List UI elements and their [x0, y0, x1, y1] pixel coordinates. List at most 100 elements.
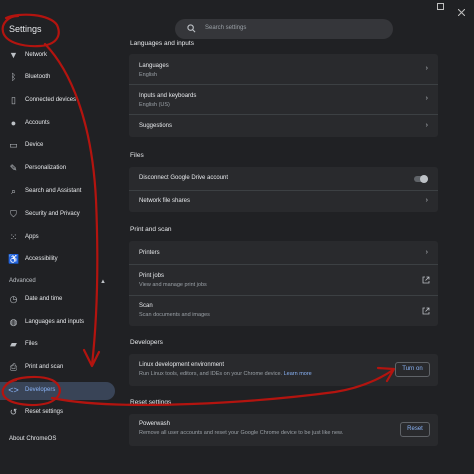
main-content: Languages and inputs Languages English ›…	[120, 40, 474, 474]
reset-icon: ↺	[9, 407, 18, 417]
bluetooth-icon: ᛒ	[10, 72, 17, 82]
chevron-right-icon: ›	[425, 197, 428, 204]
accessibility-icon: ♿	[8, 254, 20, 264]
sidebar-item-about-chromeos[interactable]: About ChromeOS	[9, 436, 56, 442]
row-title: Inputs and keyboards	[139, 93, 197, 99]
row-printers[interactable]: Printers ›	[129, 241, 438, 264]
sidebar-item-accessibility[interactable]: ♿ Accessibility	[0, 251, 115, 269]
phone-icon: ▯	[11, 95, 16, 105]
drive-toggle[interactable]	[414, 175, 428, 183]
row-disconnect-google-drive[interactable]: Disconnect Google Drive account	[129, 167, 438, 190]
globe-icon: ◍	[9, 317, 18, 327]
row-subtitle: English (US)	[139, 102, 170, 108]
sidebar-item-label: Reset settings	[25, 409, 64, 415]
row-subtitle: Run Linux tools, editors, and IDEs on yo…	[139, 371, 312, 377]
developers-card: Linux development environment Run Linux …	[129, 354, 438, 386]
section-title-languages: Languages and inputs	[130, 40, 194, 47]
external-link-icon	[422, 276, 430, 284]
section-title-print: Print and scan	[130, 226, 172, 233]
row-network-file-shares[interactable]: Network file shares ›	[129, 190, 438, 213]
sidebar-item-label: Accessibility	[25, 256, 58, 262]
reset-button[interactable]: Reset	[400, 422, 430, 437]
folder-icon: ▰	[10, 339, 17, 349]
sidebar-item-label: Search and Assistant	[25, 188, 82, 194]
row-title: Linux development environment	[139, 362, 225, 368]
row-title: Disconnect Google Drive account	[139, 175, 229, 181]
row-title: Scan	[139, 303, 153, 309]
sidebar-item-print-and-scan[interactable]: ⎙ Print and scan	[0, 359, 115, 377]
restore-window-icon[interactable]	[437, 3, 444, 10]
header-bar: Settings Search settings	[0, 0, 474, 40]
sidebar-item-bluetooth[interactable]: ᛒ Bluetooth	[0, 69, 115, 87]
chevron-right-icon: ›	[425, 95, 428, 102]
section-title-files: Files	[130, 152, 144, 159]
row-title: Suggestions	[139, 123, 173, 129]
brush-icon: ✎	[9, 163, 18, 173]
search-icon: ⌕	[10, 186, 17, 196]
sidebar-item-connected-devices[interactable]: ▯ Connected devices	[0, 92, 115, 110]
print-card: Printers › Print jobs View and manage pr…	[129, 241, 438, 326]
search-input[interactable]: Search settings	[175, 19, 393, 39]
row-linux-development: Linux development environment Run Linux …	[129, 354, 438, 386]
page-title: Settings	[9, 24, 42, 34]
sidebar-item-developers[interactable]: <> Developers	[0, 382, 115, 400]
sidebar-item-label: Accounts	[25, 120, 50, 126]
reset-card: Powerwash Remove all user accounts and r…	[129, 414, 438, 446]
sidebar-item-security-and-privacy[interactable]: ⛉ Security and Privacy	[0, 206, 115, 224]
external-link-icon	[422, 307, 430, 315]
row-languages[interactable]: Languages English ›	[129, 54, 438, 84]
sidebar-item-label: Apps	[25, 234, 39, 240]
section-title-reset: Reset settings	[130, 399, 172, 406]
sidebar-item-network[interactable]: ▼ Network	[0, 47, 115, 65]
row-title: Languages	[139, 63, 169, 69]
person-icon: ●	[10, 118, 17, 128]
printer-icon: ⎙	[9, 362, 18, 372]
row-print-jobs[interactable]: Print jobs View and manage print jobs	[129, 264, 438, 296]
sidebar-item-accounts[interactable]: ● Accounts	[0, 115, 115, 133]
row-title: Printers	[139, 250, 160, 256]
chevron-up-icon[interactable]: ▲	[100, 279, 106, 285]
close-window-icon[interactable]	[457, 3, 466, 17]
row-powerwash: Powerwash Remove all user accounts and r…	[129, 414, 438, 446]
sidebar-item-label: Date and time	[25, 296, 63, 302]
files-card: Disconnect Google Drive account Network …	[129, 167, 438, 212]
sidebar-item-date-and-time[interactable]: ◷ Date and time	[0, 291, 115, 309]
row-suggestions[interactable]: Suggestions ›	[129, 114, 438, 138]
row-title: Network file shares	[139, 198, 191, 204]
search-icon	[187, 24, 196, 33]
chevron-right-icon: ›	[425, 249, 428, 256]
advanced-section-label[interactable]: Advanced	[9, 278, 36, 284]
sidebar-item-files[interactable]: ▰ Files	[0, 336, 115, 354]
sidebar-item-label: Personalization	[25, 165, 67, 171]
laptop-icon: ▭	[9, 140, 18, 150]
clock-icon: ◷	[9, 294, 18, 304]
sidebar-item-label: Developers	[25, 387, 56, 393]
sidebar-item-device[interactable]: ▭ Device	[0, 137, 115, 155]
row-title: Print jobs	[139, 273, 165, 279]
sidebar-item-apps[interactable]: ⁙ Apps	[0, 229, 115, 247]
section-title-developers: Developers	[130, 339, 163, 346]
sidebar-item-label: Bluetooth	[25, 74, 51, 80]
row-subtitle: View and manage print jobs	[139, 282, 207, 288]
row-subtitle: Remove all user accounts and reset your …	[139, 430, 344, 436]
sidebar-item-reset-settings[interactable]: ↺ Reset settings	[0, 404, 115, 422]
sidebar-item-languages-and-inputs[interactable]: ◍ Languages and inputs	[0, 314, 115, 332]
sidebar-item-label: Network	[25, 52, 48, 58]
row-inputs-and-keyboards[interactable]: Inputs and keyboards English (US) ›	[129, 84, 438, 115]
chevron-right-icon: ›	[425, 65, 428, 72]
chevron-right-icon: ›	[425, 122, 428, 129]
turn-on-button[interactable]: Turn on	[395, 362, 430, 377]
code-icon: <>	[8, 385, 19, 395]
sidebar-item-label: Languages and inputs	[25, 319, 85, 325]
search-placeholder: Search settings	[205, 25, 247, 31]
shield-icon: ⛉	[10, 209, 17, 219]
row-scan[interactable]: Scan Scan documents and images	[129, 295, 438, 327]
wifi-icon: ▼	[9, 50, 18, 60]
sidebar-item-personalization[interactable]: ✎ Personalization	[0, 160, 115, 178]
learn-more-link[interactable]: Learn more	[284, 371, 312, 377]
row-subtitle: English	[139, 72, 158, 78]
sidebar-item-label: Device	[25, 142, 44, 148]
sidebar-item-search-and-assistant[interactable]: ⌕ Search and Assistant	[0, 183, 115, 201]
sidebar-item-label: Print and scan	[25, 364, 64, 370]
sidebar-item-label: Files	[25, 341, 38, 347]
